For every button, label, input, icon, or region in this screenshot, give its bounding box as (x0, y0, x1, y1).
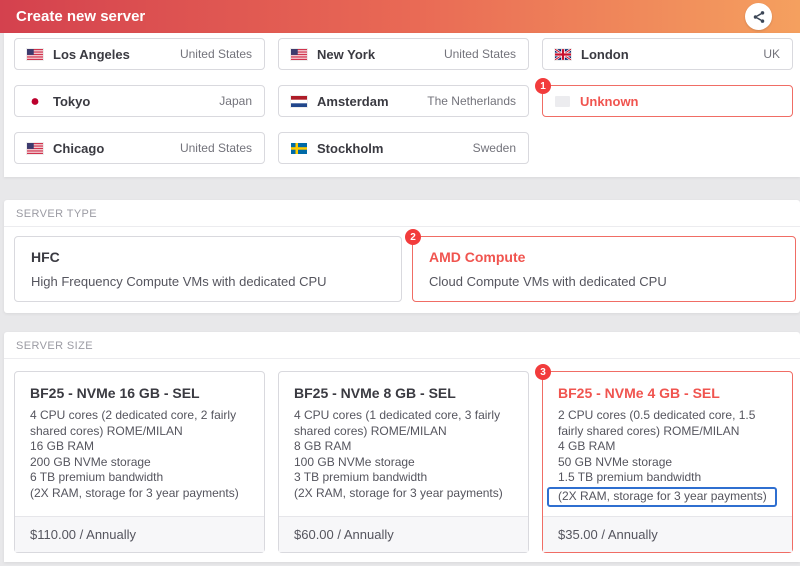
sweden-flag-icon (291, 142, 307, 154)
server-type-description: High Frequency Compute VMs with dedicate… (31, 274, 327, 289)
server-size-card-4gb[interactable]: 3 BF25 - NVMe 4 GB - SEL 2 CPU cores (0.… (535, 364, 793, 553)
server-size-price: $35.00 / Annually (543, 516, 792, 552)
netherlands-flag-icon (291, 95, 307, 107)
server-size-price: $60.00 / Annually (279, 516, 528, 552)
location-country: United States (179, 141, 252, 155)
server-size-body: BF25 - NVMe 16 GB - SEL 4 CPU cores (2 d… (15, 372, 264, 516)
server-type-title: AMD Compute (429, 249, 526, 265)
uk-flag-icon (555, 48, 571, 60)
unknown-flag-placeholder-icon (555, 95, 570, 107)
spec-ram: 4 GB RAM (558, 439, 616, 453)
spec-bandwidth: 3 TB premium bandwidth (294, 470, 428, 484)
modal-header: Create new server (0, 0, 800, 33)
server-type-panel: SERVER TYPE HFC High Frequency Compute V… (4, 200, 800, 313)
location-city: London (581, 46, 629, 62)
location-city: Chicago (53, 140, 105, 156)
spec-payment-note: (2X RAM, storage for 3 year payments) (30, 485, 239, 500)
server-type-card-amd-compute[interactable]: 2 AMD Compute Cloud Compute VMs with ded… (405, 229, 796, 302)
server-size-card-16gb[interactable]: BF25 - NVMe 16 GB - SEL 4 CPU cores (2 d… (14, 371, 265, 553)
location-country: United States (443, 47, 516, 61)
location-card-stockholm[interactable]: Stockholm Sweden (278, 132, 529, 164)
spec-bandwidth: 1.5 TB premium bandwidth (558, 470, 702, 484)
share-icon (753, 10, 764, 23)
server-size-price: $110.00 / Annually (15, 516, 264, 552)
annotation-badge-1: 1 (535, 78, 551, 94)
page-title: Create new server (16, 8, 146, 25)
location-card-tokyo[interactable]: Tokyo Japan (14, 85, 265, 117)
spec-storage: 50 GB NVMe storage (558, 454, 673, 469)
blue-highlight-box: (2X RAM, storage for 3 year payments) (547, 486, 777, 507)
japan-flag-icon (27, 95, 43, 107)
server-type-title: HFC (31, 249, 60, 265)
us-flag-icon (27, 142, 43, 154)
annotation-badge-2: 2 (405, 229, 421, 245)
server-size-body: BF25 - NVMe 4 GB - SEL 2 CPU cores (0.5 … (543, 372, 792, 516)
location-card-new-york[interactable]: New York United States (278, 38, 529, 70)
spec-ram: 16 GB RAM (30, 439, 95, 453)
location-city: Amsterdam (317, 93, 389, 109)
location-card-amsterdam[interactable]: Amsterdam The Netherlands (278, 85, 529, 117)
server-size-grid: BF25 - NVMe 16 GB - SEL 4 CPU cores (2 d… (4, 359, 800, 566)
spec-cpu: 4 CPU cores (1 dedicated core, 3 fairly … (294, 408, 501, 438)
share-button[interactable] (745, 3, 772, 30)
spec-storage: 200 GB NVMe storage (30, 454, 151, 469)
server-size-label: SERVER SIZE (4, 332, 800, 359)
location-city: Unknown (580, 93, 639, 109)
location-country: UK (763, 47, 780, 61)
server-type-label: SERVER TYPE (4, 200, 800, 227)
location-country: United States (179, 47, 252, 61)
location-city: New York (317, 46, 376, 62)
us-flag-icon (27, 48, 43, 60)
spec-payment-note: (2X RAM, storage for 3 year payments) (294, 485, 503, 500)
server-size-panel: SERVER SIZE BF25 - NVMe 16 GB - SEL 4 CP… (4, 332, 800, 562)
location-card-chicago[interactable]: Chicago United States (14, 132, 265, 164)
annotation-badge-3: 3 (535, 364, 551, 380)
spec-ram: 8 GB RAM (294, 439, 352, 453)
location-country: Sweden (472, 141, 516, 155)
location-city: Stockholm (317, 140, 384, 156)
location-card-london[interactable]: London UK (542, 38, 793, 70)
location-city: Tokyo (53, 93, 91, 109)
server-type-description: Cloud Compute VMs with dedicated CPU (429, 274, 667, 289)
location-country: The Netherlands (427, 94, 516, 108)
spec-cpu: 2 CPU cores (0.5 dedicated core, 1.5 fai… (558, 408, 756, 438)
server-size-body: BF25 - NVMe 8 GB - SEL 4 CPU cores (1 de… (279, 372, 528, 516)
spec-cpu: 4 CPU cores (2 dedicated core, 2 fairly … (30, 408, 237, 438)
location-card-unknown[interactable]: 1 Unknown (535, 78, 793, 117)
server-size-title: BF25 - NVMe 16 GB - SEL (30, 385, 200, 401)
server-size-card-8gb[interactable]: BF25 - NVMe 8 GB - SEL 4 CPU cores (1 de… (278, 371, 529, 553)
location-city: Los Angeles (53, 46, 130, 62)
us-flag-icon (291, 48, 307, 60)
server-type-grid: HFC High Frequency Compute VMs with dedi… (4, 227, 800, 313)
server-size-title: BF25 - NVMe 4 GB - SEL (558, 385, 720, 401)
location-country: Japan (219, 94, 252, 108)
server-type-card-hfc[interactable]: HFC High Frequency Compute VMs with dedi… (14, 236, 402, 302)
location-card-los-angeles[interactable]: Los Angeles United States (14, 38, 265, 70)
spec-bandwidth: 6 TB premium bandwidth (30, 470, 164, 484)
server-size-title: BF25 - NVMe 8 GB - SEL (294, 385, 456, 401)
spec-payment-note-highlighted: (2X RAM, storage for 3 year payments) (547, 486, 777, 507)
locations-grid: Los Angeles United States New York Unite… (4, 33, 800, 177)
locations-panel: Los Angeles United States New York Unite… (4, 33, 800, 177)
spec-storage: 100 GB NVMe storage (294, 454, 415, 469)
